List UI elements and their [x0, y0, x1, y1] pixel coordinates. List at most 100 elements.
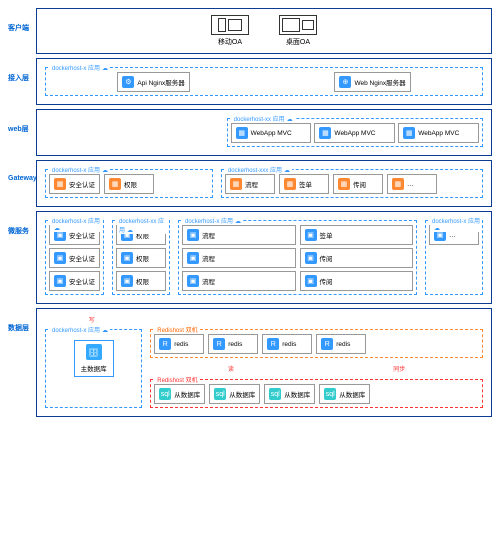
- gw-flow: ▦流程: [225, 174, 275, 194]
- gw-sign: ▦签单: [279, 174, 329, 194]
- redis-3: Rredis: [262, 334, 312, 354]
- svc-icon: ▣: [121, 275, 133, 287]
- redis-icon: R: [321, 338, 333, 350]
- svc-auth-2: ▣安全认证: [49, 248, 100, 268]
- sql-icon: sql: [159, 388, 171, 400]
- db-icon: 🗄: [86, 344, 102, 360]
- gw-left-box: dockerhost-x 应用☁ ▦安全认证 ▦权限: [45, 169, 213, 198]
- gw-auth: ▦安全认证: [49, 174, 100, 194]
- webapp-mvc-3: ▦WebApp MVC: [398, 123, 479, 143]
- cloud-icon: ☁: [287, 116, 293, 123]
- svc-box2-title: dockerhost-xx 应用☁: [117, 216, 169, 234]
- svc-perm-3: ▣权限: [116, 271, 166, 291]
- redis-master-box: Redishost 双机 Rredis Rredis Rredis Rredis: [150, 329, 483, 358]
- redis-icon: R: [159, 338, 171, 350]
- gw-more: ▦…: [387, 174, 437, 194]
- svc-icon: ▣: [121, 252, 133, 264]
- label-write: 写: [89, 318, 95, 324]
- layer-access: 接入层 dockerhost-x 应用☁ ⚙ Api Nginx服务器 ⊕ We…: [8, 58, 492, 105]
- layer-label-gateway: Gateway: [8, 160, 36, 182]
- gw-pass: ▦传阅: [333, 174, 383, 194]
- layer-label-service: 微服务: [8, 211, 36, 236]
- svc-pass-2: ▣传阅: [300, 271, 414, 291]
- redis-master-title: Redishost 双机: [155, 325, 199, 334]
- access-docker-box: dockerhost-x 应用☁ ⚙ Api Nginx服务器 ⊕ Web Ng…: [45, 67, 483, 96]
- master-db: 🗄 主数据库: [74, 340, 114, 377]
- module-icon: ▦: [230, 178, 242, 190]
- layer-client: 客户端 移动OA 桌面OA: [8, 8, 492, 54]
- redis-1: Rredis: [154, 334, 204, 354]
- cloud-icon: ☁: [102, 167, 108, 174]
- sql-icon: sql: [214, 388, 226, 400]
- svc-auth-3: ▣安全认证: [49, 271, 100, 291]
- sql-icon: sql: [324, 388, 336, 400]
- redis-icon: R: [267, 338, 279, 350]
- nginx-icon: ⚙: [122, 76, 134, 88]
- redis-2: Rredis: [208, 334, 258, 354]
- svc-icon: ▣: [187, 229, 199, 241]
- layer-label-client: 客户端: [8, 8, 36, 33]
- label-sync: 同步: [393, 364, 405, 373]
- module-icon: ▦: [284, 178, 296, 190]
- redis-icon: R: [213, 338, 225, 350]
- redis-4: Rredis: [316, 334, 366, 354]
- slave-db-3: sql从数据库: [264, 384, 315, 404]
- svc-icon: ▣: [305, 275, 317, 287]
- layer-web: web层 dockerhost-xx 应用☁ ▦WebApp MVC ▦WebA…: [8, 109, 492, 156]
- web-content: dockerhost-xx 应用☁ ▦WebApp MVC ▦WebApp MV…: [36, 109, 492, 156]
- layer-service: 微服务 dockerhost-x 应用☁ ▣安全认证 ▣安全认证 ▣安全认证 d…: [8, 211, 492, 304]
- cloud-icon: ☁: [127, 227, 133, 234]
- label-read: 读: [228, 364, 234, 373]
- svc-box4: dockerhost-x 应用☁ ▣…: [425, 220, 483, 295]
- svc-perm-2: ▣权限: [116, 248, 166, 268]
- svc-flow-2: ▣流程: [182, 248, 296, 268]
- layer-data: 数据层 写 dockerhost-x 应用☁ 🗄 主数据库 Redishost …: [8, 308, 492, 417]
- webapp-mvc-1: ▦WebApp MVC: [231, 123, 312, 143]
- svc-box1: dockerhost-x 应用☁ ▣安全认证 ▣安全认证 ▣安全认证: [45, 220, 104, 295]
- module-icon: ▦: [109, 178, 121, 190]
- cloud-icon: ☁: [54, 225, 60, 232]
- desktop-oa-label: 桌面OA: [286, 37, 310, 47]
- data-content: 写 dockerhost-x 应用☁ 🗄 主数据库 Redishost 双机 R…: [36, 308, 492, 417]
- module-icon: ▦: [392, 178, 404, 190]
- webapp-icon: ▦: [319, 127, 331, 139]
- access-content: dockerhost-x 应用☁ ⚙ Api Nginx服务器 ⊕ Web Ng…: [36, 58, 492, 105]
- cloud-icon: ☁: [235, 218, 241, 225]
- cloud-icon: ☁: [102, 327, 108, 334]
- desktop-oa-group: 桌面OA: [279, 15, 317, 47]
- layer-label-access: 接入层: [8, 58, 36, 83]
- redis-slave-title: Redishost 双机: [155, 375, 199, 384]
- web-docker-box: dockerhost-xx 应用☁ ▦WebApp MVC ▦WebApp MV…: [227, 118, 483, 147]
- svc-icon: ▣: [187, 275, 199, 287]
- gw-left-title: dockerhost-x 应用☁: [50, 165, 110, 174]
- slave-db-2: sql从数据库: [209, 384, 260, 404]
- redis-slave-box: Redishost 双机 sql从数据库 sql从数据库 sql从数据库 sql…: [150, 379, 483, 408]
- svc-box3: dockerhost-x 应用☁ ▣流程 ▣流程 ▣流程 ▣签单 ▣传阅 ▣传阅: [178, 220, 417, 295]
- mobile-oa-group: 移动OA: [211, 15, 249, 47]
- master-db-box: dockerhost-x 应用☁ 🗄 主数据库: [45, 329, 142, 408]
- svc-icon: ▣: [305, 229, 317, 241]
- svc-icon: ▣: [187, 252, 199, 264]
- layer-label-data: 数据层: [8, 308, 36, 333]
- svc-flow-1: ▣流程: [182, 225, 296, 245]
- mobile-oa-label: 移动OA: [218, 37, 242, 47]
- nginx-icon: ⊕: [339, 76, 351, 88]
- web-box-title: dockerhost-xx 应用☁: [232, 114, 295, 123]
- module-icon: ▦: [338, 178, 350, 190]
- svc-box1-title: dockerhost-x 应用☁: [50, 216, 103, 232]
- webapp-icon: ▦: [236, 127, 248, 139]
- svc-icon: ▣: [305, 252, 317, 264]
- slave-db-1: sql从数据库: [154, 384, 205, 404]
- svc-box4-title: dockerhost-x 应用☁: [430, 216, 482, 232]
- gw-perm: ▦权限: [104, 174, 154, 194]
- layer-gateway: Gateway dockerhost-x 应用☁ ▦安全认证 ▦权限 docke…: [8, 160, 492, 207]
- webapp-mvc-2: ▦WebApp MVC: [314, 123, 395, 143]
- svc-sign-1: ▣签单: [300, 225, 414, 245]
- api-nginx-box: ⚙ Api Nginx服务器: [117, 72, 189, 92]
- webapp-icon: ▦: [403, 127, 415, 139]
- architecture-diagram: 客户端 移动OA 桌面OA 接入层 dockerhost-x 应用☁ ⚙ Api…: [0, 0, 500, 429]
- access-box-title: dockerhost-x 应用☁: [50, 63, 110, 72]
- svc-icon: ▣: [54, 252, 66, 264]
- module-icon: ▦: [54, 178, 66, 190]
- cloud-icon: ☁: [102, 65, 108, 72]
